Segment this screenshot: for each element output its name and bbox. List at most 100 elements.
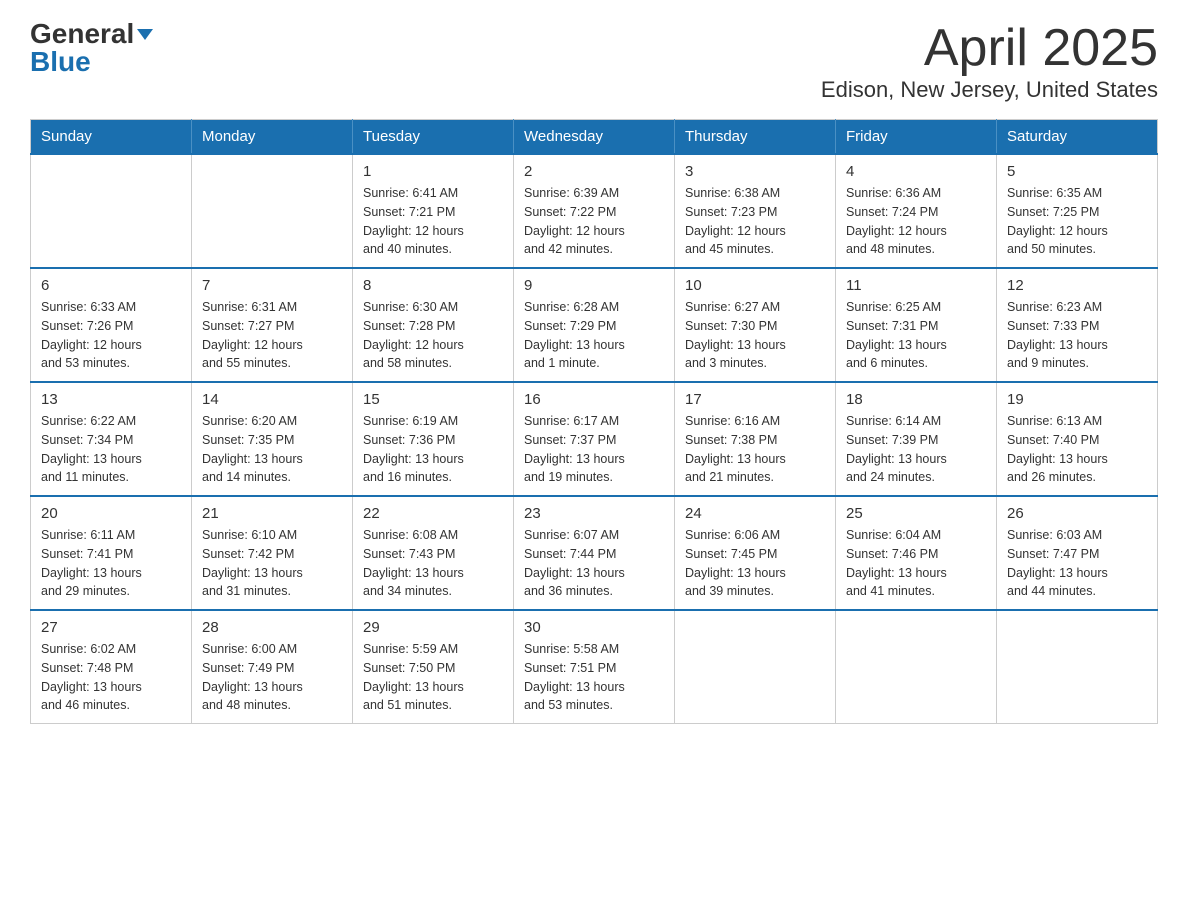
day-number: 22 <box>363 505 503 522</box>
calendar-cell <box>675 610 836 724</box>
day-info: Sunrise: 6:36 AMSunset: 7:24 PMDaylight:… <box>846 184 986 259</box>
day-number: 10 <box>685 277 825 294</box>
day-info: Sunrise: 6:39 AMSunset: 7:22 PMDaylight:… <box>524 184 664 259</box>
calendar-cell <box>31 154 192 268</box>
calendar-cell: 15 Sunrise: 6:19 AMSunset: 7:36 PMDayligh… <box>353 382 514 496</box>
header-cell-tuesday: Tuesday <box>353 120 514 155</box>
day-info: Sunrise: 6:17 AMSunset: 7:37 PMDaylight:… <box>524 412 664 487</box>
day-number: 6 <box>41 277 181 294</box>
day-number: 14 <box>202 391 342 408</box>
day-number: 25 <box>846 505 986 522</box>
day-info: Sunrise: 6:02 AMSunset: 7:48 PMDaylight:… <box>41 640 181 715</box>
header-cell-friday: Friday <box>836 120 997 155</box>
calendar-cell: 25 Sunrise: 6:04 AMSunset: 7:46 PMDayligh… <box>836 496 997 610</box>
day-number: 3 <box>685 163 825 180</box>
day-number: 17 <box>685 391 825 408</box>
day-info: Sunrise: 6:19 AMSunset: 7:36 PMDaylight:… <box>363 412 503 487</box>
calendar-cell <box>192 154 353 268</box>
calendar-cell: 19Sunrise: 6:13 AMSunset: 7:40 PMDayligh… <box>997 382 1158 496</box>
header-cell-monday: Monday <box>192 120 353 155</box>
calendar-cell: 28Sunrise: 6:00 AMSunset: 7:49 PMDayligh… <box>192 610 353 724</box>
day-info: Sunrise: 6:38 AMSunset: 7:23 PMDaylight:… <box>685 184 825 259</box>
calendar-cell: 11Sunrise: 6:25 AMSunset: 7:31 PMDayligh… <box>836 268 997 382</box>
header-cell-thursday: Thursday <box>675 120 836 155</box>
day-info: Sunrise: 6:27 AMSunset: 7:30 PMDaylight:… <box>685 298 825 373</box>
day-number: 12 <box>1007 277 1147 294</box>
day-number: 24 <box>685 505 825 522</box>
title-block: April 2025 Edison, New Jersey, United St… <box>821 20 1158 103</box>
day-number: 4 <box>846 163 986 180</box>
day-number: 9 <box>524 277 664 294</box>
page-title: April 2025 <box>821 20 1158 77</box>
day-info: Sunrise: 6:04 AMSunset: 7:46 PMDaylight:… <box>846 526 986 601</box>
calendar-week-row: 27 Sunrise: 6:02 AMSunset: 7:48 PMDayligh… <box>31 610 1158 724</box>
header-cell-sunday: Sunday <box>31 120 192 155</box>
day-info: Sunrise: 6:07 AMSunset: 7:44 PMDaylight:… <box>524 526 664 601</box>
calendar-cell: 13Sunrise: 6:22 AMSunset: 7:34 PMDayligh… <box>31 382 192 496</box>
calendar-cell: 30Sunrise: 5:58 AMSunset: 7:51 PMDayligh… <box>514 610 675 724</box>
calendar-cell: 16 Sunrise: 6:17 AMSunset: 7:37 PMDayligh… <box>514 382 675 496</box>
calendar-cell: 6 Sunrise: 6:33 AMSunset: 7:26 PMDaylight… <box>31 268 192 382</box>
day-info: Sunrise: 6:10 AMSunset: 7:42 PMDaylight:… <box>202 526 342 601</box>
header-row: SundayMondayTuesdayWednesdayThursdayFrid… <box>31 120 1158 155</box>
header-cell-saturday: Saturday <box>997 120 1158 155</box>
calendar-body: 1Sunrise: 6:41 AMSunset: 7:21 PMDaylight… <box>31 154 1158 724</box>
calendar-cell: 8 Sunrise: 6:30 AMSunset: 7:28 PMDaylight… <box>353 268 514 382</box>
day-info: Sunrise: 6:16 AMSunset: 7:38 PMDaylight:… <box>685 412 825 487</box>
calendar-cell: 12 Sunrise: 6:23 AMSunset: 7:33 PMDayligh… <box>997 268 1158 382</box>
calendar-cell: 7 Sunrise: 6:31 AMSunset: 7:27 PMDaylight… <box>192 268 353 382</box>
day-number: 2 <box>524 163 664 180</box>
calendar-cell: 27 Sunrise: 6:02 AMSunset: 7:48 PMDayligh… <box>31 610 192 724</box>
calendar-cell: 3 Sunrise: 6:38 AMSunset: 7:23 PMDaylight… <box>675 154 836 268</box>
day-info: Sunrise: 6:25 AMSunset: 7:31 PMDaylight:… <box>846 298 986 373</box>
calendar-cell: 23Sunrise: 6:07 AMSunset: 7:44 PMDayligh… <box>514 496 675 610</box>
calendar-cell: 24 Sunrise: 6:06 AMSunset: 7:45 PMDayligh… <box>675 496 836 610</box>
calendar-cell: 5 Sunrise: 6:35 AMSunset: 7:25 PMDaylight… <box>997 154 1158 268</box>
day-info: Sunrise: 6:13 AMSunset: 7:40 PMDaylight:… <box>1007 412 1147 487</box>
day-info: Sunrise: 5:59 AMSunset: 7:50 PMDaylight:… <box>363 640 503 715</box>
calendar-header: SundayMondayTuesdayWednesdayThursdayFrid… <box>31 120 1158 155</box>
calendar-cell <box>836 610 997 724</box>
day-info: Sunrise: 6:08 AMSunset: 7:43 PMDaylight:… <box>363 526 503 601</box>
day-info: Sunrise: 6:31 AMSunset: 7:27 PMDaylight:… <box>202 298 342 373</box>
day-number: 16 <box>524 391 664 408</box>
day-info: Sunrise: 5:58 AMSunset: 7:51 PMDaylight:… <box>524 640 664 715</box>
page-subtitle: Edison, New Jersey, United States <box>821 77 1158 103</box>
day-info: Sunrise: 6:03 AMSunset: 7:47 PMDaylight:… <box>1007 526 1147 601</box>
day-number: 1 <box>363 163 503 180</box>
day-number: 21 <box>202 505 342 522</box>
logo-general: General <box>30 20 153 48</box>
day-number: 7 <box>202 277 342 294</box>
day-info: Sunrise: 6:30 AMSunset: 7:28 PMDaylight:… <box>363 298 503 373</box>
calendar-cell: 9 Sunrise: 6:28 AMSunset: 7:29 PMDaylight… <box>514 268 675 382</box>
calendar-cell: 4 Sunrise: 6:36 AMSunset: 7:24 PMDaylight… <box>836 154 997 268</box>
calendar-cell <box>997 610 1158 724</box>
calendar-week-row: 6 Sunrise: 6:33 AMSunset: 7:26 PMDaylight… <box>31 268 1158 382</box>
day-number: 26 <box>1007 505 1147 522</box>
logo-arrow-icon <box>137 29 153 40</box>
day-number: 5 <box>1007 163 1147 180</box>
calendar-cell: 2 Sunrise: 6:39 AMSunset: 7:22 PMDaylight… <box>514 154 675 268</box>
day-info: Sunrise: 6:06 AMSunset: 7:45 PMDaylight:… <box>685 526 825 601</box>
day-number: 18 <box>846 391 986 408</box>
calendar-cell: 10 Sunrise: 6:27 AMSunset: 7:30 PMDayligh… <box>675 268 836 382</box>
day-info: Sunrise: 6:23 AMSunset: 7:33 PMDaylight:… <box>1007 298 1147 373</box>
day-info: Sunrise: 6:14 AMSunset: 7:39 PMDaylight:… <box>846 412 986 487</box>
day-info: Sunrise: 6:28 AMSunset: 7:29 PMDaylight:… <box>524 298 664 373</box>
day-info: Sunrise: 6:00 AMSunset: 7:49 PMDaylight:… <box>202 640 342 715</box>
day-number: 13 <box>41 391 181 408</box>
calendar-week-row: 1Sunrise: 6:41 AMSunset: 7:21 PMDaylight… <box>31 154 1158 268</box>
day-info: Sunrise: 6:20 AMSunset: 7:35 PMDaylight:… <box>202 412 342 487</box>
day-number: 20 <box>41 505 181 522</box>
calendar-cell: 17 Sunrise: 6:16 AMSunset: 7:38 PMDayligh… <box>675 382 836 496</box>
day-info: Sunrise: 6:35 AMSunset: 7:25 PMDaylight:… <box>1007 184 1147 259</box>
day-number: 27 <box>41 619 181 636</box>
day-number: 8 <box>363 277 503 294</box>
calendar-cell: 22 Sunrise: 6:08 AMSunset: 7:43 PMDayligh… <box>353 496 514 610</box>
day-number: 15 <box>363 391 503 408</box>
header-cell-wednesday: Wednesday <box>514 120 675 155</box>
calendar-cell: 29Sunrise: 5:59 AMSunset: 7:50 PMDayligh… <box>353 610 514 724</box>
day-info: Sunrise: 6:33 AMSunset: 7:26 PMDaylight:… <box>41 298 181 373</box>
calendar-table: SundayMondayTuesdayWednesdayThursdayFrid… <box>30 119 1158 724</box>
calendar-cell: 14 Sunrise: 6:20 AMSunset: 7:35 PMDayligh… <box>192 382 353 496</box>
